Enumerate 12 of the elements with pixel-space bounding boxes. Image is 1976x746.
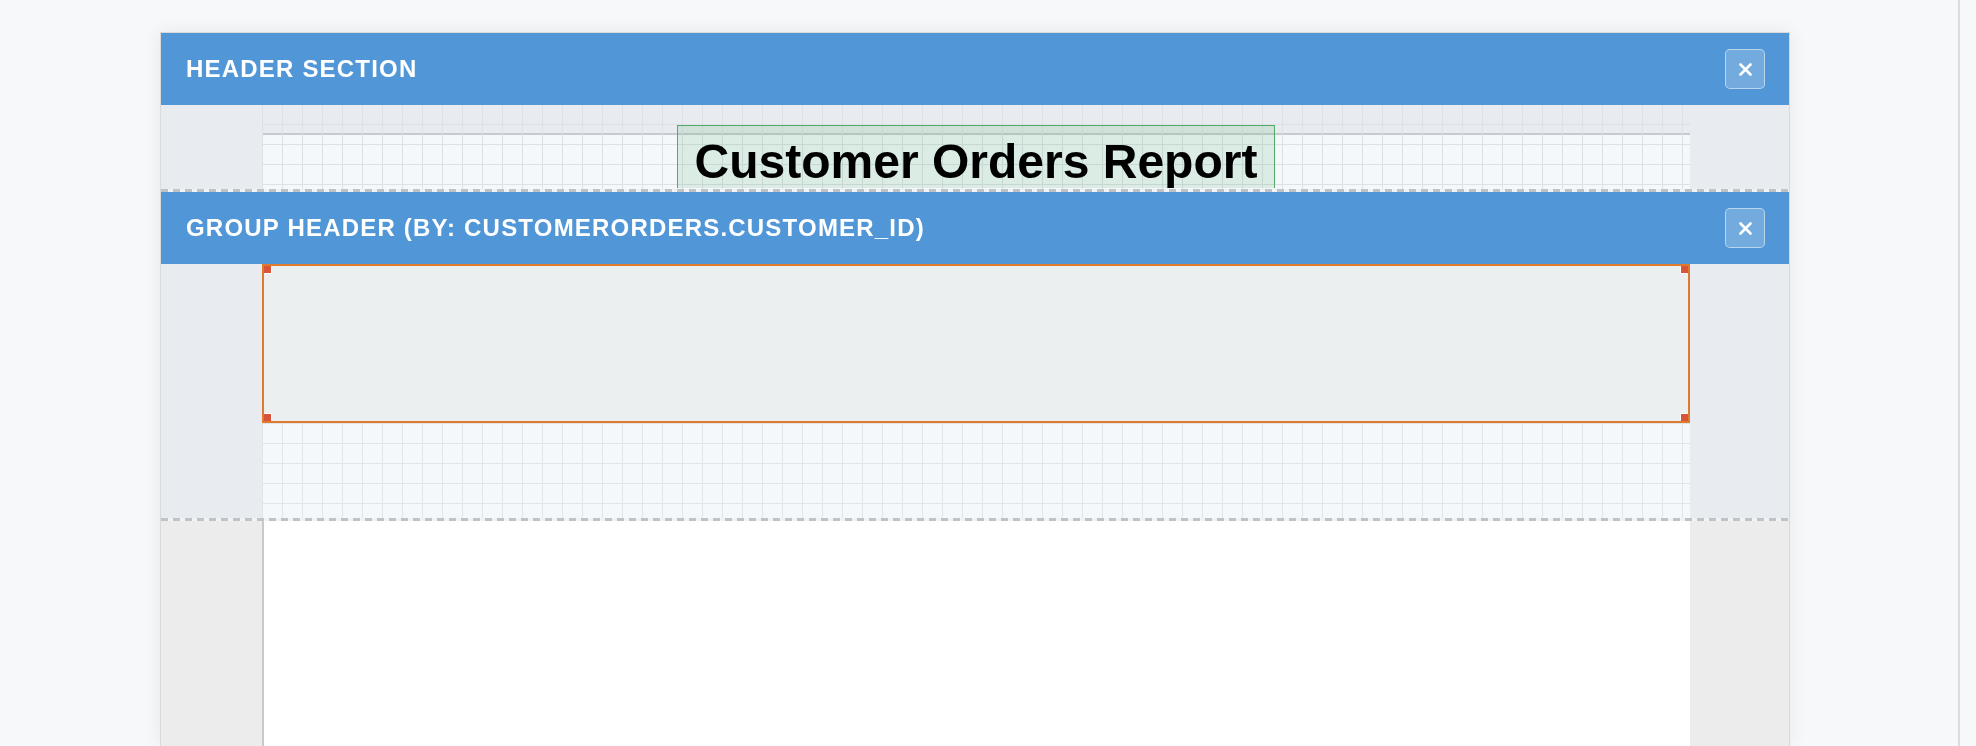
section-title: HEADER SECTION <box>186 55 418 83</box>
resize-handle[interactable] <box>1681 266 1688 273</box>
resize-handle[interactable] <box>264 414 271 421</box>
close-button[interactable] <box>1725 208 1765 248</box>
section-title: GROUP HEADER (BY: CUSTOMERORDERS.CUSTOMER_ID) <box>186 214 925 242</box>
resize-handle[interactable] <box>1681 414 1688 421</box>
close-icon <box>1738 62 1752 76</box>
empty-panel[interactable] <box>262 264 1690 423</box>
resize-handle[interactable] <box>264 266 271 273</box>
close-icon <box>1738 221 1752 235</box>
title-label[interactable]: Customer Orders Report <box>676 125 1276 189</box>
close-button[interactable] <box>1725 49 1765 89</box>
